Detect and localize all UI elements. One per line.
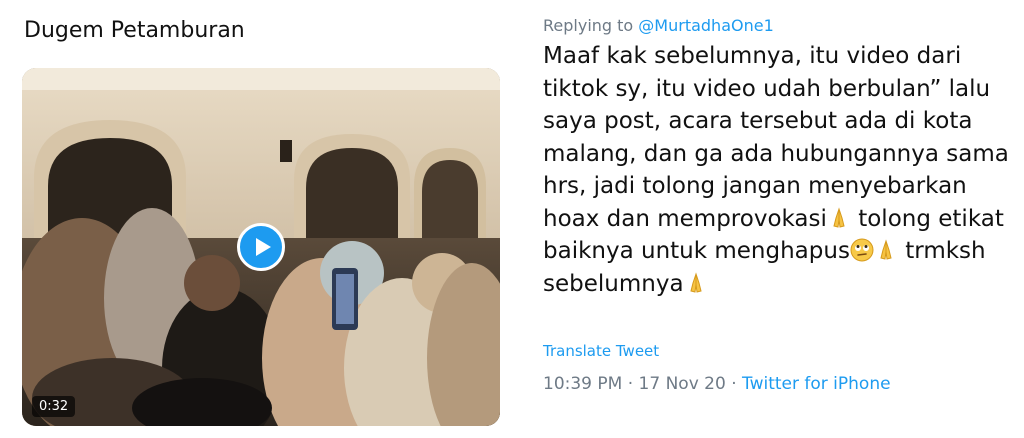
quoted-tweet-text: Dugem Petamburan bbox=[24, 18, 245, 43]
tweet-source-link[interactable]: Twitter for iPhone bbox=[742, 374, 891, 394]
tweet-line-text: tolong etikat bbox=[850, 205, 1004, 232]
replying-to-handle-link[interactable]: @MurtadhaOne1 bbox=[638, 16, 773, 35]
tweet-line-text: trmksh bbox=[897, 238, 986, 264]
meta-separator: · bbox=[731, 374, 737, 394]
replying-to-label: Replying to bbox=[543, 16, 634, 35]
face-rolling-eyes-icon bbox=[850, 238, 874, 262]
tweet-time: 10:39 PM bbox=[543, 374, 623, 394]
tweet-line: saya post, acara tersebut ada di kota bbox=[543, 108, 973, 134]
folded-hands-icon bbox=[833, 206, 845, 228]
play-icon bbox=[256, 238, 271, 256]
tweet-text: Maaf kak sebelumnya, itu video dari tikt… bbox=[543, 40, 1013, 300]
translate-tweet-link[interactable]: Translate Tweet bbox=[543, 342, 659, 360]
tweet-line: hrs, jadi tolong jangan menyebarkan bbox=[543, 173, 967, 199]
tweet-line: sebelumnya bbox=[543, 268, 1013, 301]
tweet-line: malang, dan ga ada hubungannya sama bbox=[543, 140, 1009, 167]
replying-to: Replying to @MurtadhaOne1 bbox=[543, 16, 774, 35]
tweet-line-text: sebelumnya bbox=[543, 270, 684, 297]
video-duration-badge: 0:32 bbox=[32, 396, 76, 417]
folded-hands-icon bbox=[689, 271, 702, 293]
tweet-line-text: baiknya untuk menghapus bbox=[543, 238, 850, 264]
folded-hands-icon bbox=[880, 239, 892, 260]
meta-separator: · bbox=[627, 374, 634, 394]
tweet-line: Maaf kak sebelumnya, itu video dari bbox=[543, 43, 962, 69]
tweet-screenshot: Dugem Petamburan 0:32 Replying to @Murta… bbox=[0, 0, 1024, 438]
tweet-line: baiknya untuk menghapus trmksh bbox=[543, 235, 1013, 268]
video-player[interactable] bbox=[22, 68, 500, 426]
tweet-line: tiktok sy, itu video udah berbulan” lalu bbox=[543, 75, 991, 102]
tweet-date[interactable]: 17 Nov 20 bbox=[639, 374, 726, 394]
tweet-meta: 10:39 PM · 17 Nov 20 · Twitter for iPhon… bbox=[543, 374, 891, 394]
tweet-line-text: hoax dan memprovokasi bbox=[543, 205, 827, 232]
play-button[interactable] bbox=[237, 223, 285, 271]
tweet-line: hoax dan memprovokasi tolong etikat bbox=[543, 203, 1013, 236]
